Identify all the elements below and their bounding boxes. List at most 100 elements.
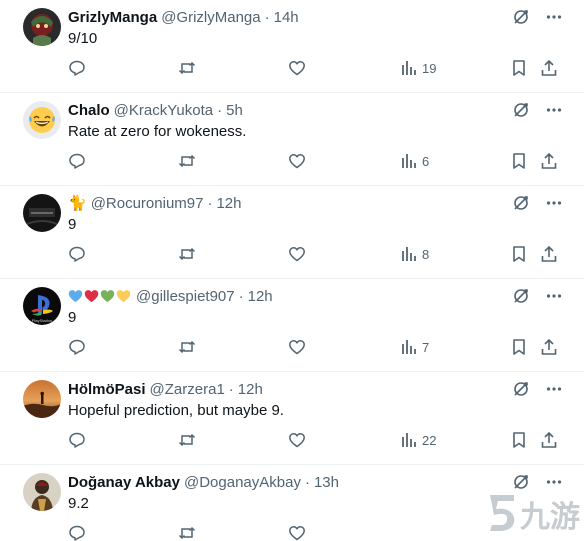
grok-icon[interactable]: [512, 380, 530, 398]
share-icon: [541, 59, 557, 76]
more-options-icon[interactable]: [546, 102, 562, 118]
reply-icon: [69, 339, 85, 355]
reply-header: HölmöPasi @Zarzera1 · 12h: [68, 379, 263, 399]
reply-text: Rate at zero for wokeness.: [68, 123, 247, 140]
timestamp[interactable]: 5h: [226, 102, 243, 119]
heart-icon: [289, 433, 305, 448]
timestamp[interactable]: 14h: [274, 9, 299, 26]
more-options-icon[interactable]: [546, 288, 562, 304]
views-button[interactable]: 6: [400, 151, 429, 171]
display-name[interactable]: GrizlyManga: [68, 9, 157, 26]
display-name[interactable]: 🐈: [68, 194, 87, 212]
bookmark-icon: [513, 153, 525, 169]
more-options-icon[interactable]: [546, 381, 562, 397]
like-button[interactable]: [288, 151, 306, 171]
separator: ·: [238, 287, 244, 305]
user-handle[interactable]: @Zarzera1: [150, 381, 225, 398]
repost-button[interactable]: [178, 151, 196, 171]
more-options-icon[interactable]: [546, 474, 562, 490]
reply-header: Doğanay Akbay @DoganayAkbay · 13h: [68, 472, 339, 492]
share-button[interactable]: [540, 58, 558, 78]
timestamp[interactable]: 12h: [248, 288, 273, 305]
bookmark-button[interactable]: [510, 430, 528, 450]
bookmark-button[interactable]: [510, 58, 528, 78]
reply-button[interactable]: [68, 430, 86, 450]
repost-button[interactable]: [178, 430, 196, 450]
reply-text: 9/10: [68, 30, 98, 47]
action-bar: 8: [68, 244, 562, 266]
reply-button[interactable]: [68, 523, 86, 541]
grok-icon[interactable]: [512, 287, 530, 305]
views-button[interactable]: 7: [400, 337, 429, 357]
share-button[interactable]: [540, 430, 558, 450]
bookmark-button[interactable]: [510, 151, 528, 171]
green-heart-icon: [100, 290, 115, 303]
heart-icon: [289, 340, 305, 355]
reply-icon: [69, 246, 85, 262]
repost-button[interactable]: [178, 337, 196, 357]
grok-icon[interactable]: [512, 101, 530, 119]
user-handle[interactable]: @KrackYukota: [114, 102, 213, 119]
like-button[interactable]: [288, 430, 306, 450]
more-options-icon[interactable]: [546, 195, 562, 211]
avatar[interactable]: [23, 194, 61, 232]
display-name[interactable]: Doğanay Akbay: [68, 474, 180, 491]
user-handle[interactable]: @gillespiet907: [136, 288, 235, 305]
reply-item[interactable]: PlayStation 💙❤️💚💛 @gillespiet907 · 12h 9: [0, 279, 584, 372]
bookmark-button[interactable]: [510, 244, 528, 264]
heart-icon: [289, 526, 305, 541]
like-button[interactable]: [288, 244, 306, 264]
avatar[interactable]: [23, 8, 61, 46]
view-count: 22: [422, 432, 437, 448]
bar-chart-icon: [402, 340, 416, 354]
reply-item[interactable]: Chalo @KrackYukota · 5h Rate at zero for…: [0, 93, 584, 186]
reply-item[interactable]: GrizlyManga @GrizlyManga · 14h 9/10 19: [0, 0, 584, 93]
share-button[interactable]: [540, 337, 558, 357]
reply-button[interactable]: [68, 58, 86, 78]
avatar[interactable]: PlayStation: [23, 287, 61, 325]
grok-icon[interactable]: [512, 194, 530, 212]
timestamp[interactable]: 13h: [314, 474, 339, 491]
grok-icon[interactable]: [512, 8, 530, 26]
timestamp[interactable]: 12h: [238, 381, 263, 398]
reply-button[interactable]: [68, 337, 86, 357]
more-options-icon[interactable]: [546, 9, 562, 25]
reply-item[interactable]: 🐈 @Rocuronium97 · 12h 9 8: [0, 186, 584, 279]
display-name[interactable]: Chalo: [68, 102, 110, 119]
separator: ·: [264, 8, 270, 26]
heart-icon: [289, 247, 305, 262]
repost-button[interactable]: [178, 244, 196, 264]
reply-button[interactable]: [68, 151, 86, 171]
display-name[interactable]: HölmöPasi: [68, 381, 146, 398]
separator: ·: [304, 473, 310, 491]
user-handle[interactable]: @GrizlyManga: [161, 9, 260, 26]
views-button[interactable]: 8: [400, 244, 429, 264]
timestamp[interactable]: 12h: [216, 195, 241, 212]
reply-button[interactable]: [68, 244, 86, 264]
user-handle[interactable]: @Rocuronium97: [91, 195, 204, 212]
repost-icon: [178, 61, 196, 75]
reply-icon: [69, 153, 85, 169]
reply-text: Hopeful prediction, but maybe 9.: [68, 402, 284, 419]
reply-item[interactable]: HölmöPasi @Zarzera1 · 12h Hopeful predic…: [0, 372, 584, 465]
bar-chart-icon: [402, 433, 416, 447]
like-button[interactable]: [288, 337, 306, 357]
bookmark-button[interactable]: [510, 337, 528, 357]
like-button[interactable]: [288, 58, 306, 78]
share-button[interactable]: [540, 244, 558, 264]
views-button[interactable]: 22: [400, 430, 436, 450]
repost-button[interactable]: [178, 523, 196, 541]
share-icon: [541, 338, 557, 355]
avatar[interactable]: [23, 473, 61, 511]
separator: ·: [207, 194, 213, 212]
share-button[interactable]: [540, 151, 558, 171]
like-button[interactable]: [288, 523, 306, 541]
watermark-logo-icon: 九游: [490, 495, 580, 535]
views-button[interactable]: 19: [400, 58, 436, 78]
avatar[interactable]: [23, 380, 61, 418]
repost-button[interactable]: [178, 58, 196, 78]
bookmark-icon: [513, 432, 525, 448]
heart-emoji-name[interactable]: [68, 289, 132, 303]
user-handle[interactable]: @DoganayAkbay: [184, 474, 301, 491]
avatar[interactable]: [23, 101, 61, 139]
